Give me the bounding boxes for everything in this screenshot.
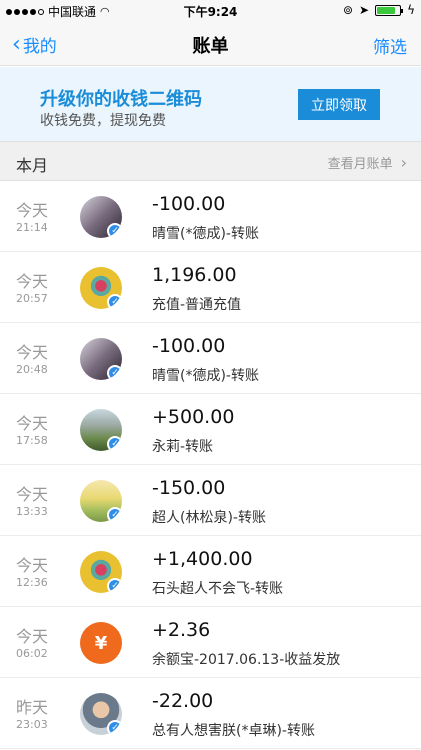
transaction-row[interactable]: 今天 21:14 ✓ -100.00 晴雪(*德成)-转账 [0,181,421,252]
transaction-time: 13:33 [16,505,48,518]
transaction-row[interactable]: 今天 20:57 ✓ 1,196.00 充值-普通充值 [0,252,421,323]
transaction-day: 今天 [16,627,49,646]
chevron-right-icon: › [400,153,407,172]
transaction-time: 06:02 [16,647,48,660]
transaction-day: 今天 [16,414,49,433]
transaction-amount: -22.00 [152,690,214,712]
transaction-description: 充值-普通充值 [152,297,242,313]
verified-badge-icon: ✓ [107,365,122,380]
avatar: ✓ [80,693,122,735]
transaction-row[interactable]: 今天 06:02 ¥ +2.36 余额宝-2017.06.13-收益发放 [0,607,421,678]
banner-title: 升级你的收钱二维码 [40,89,202,110]
transaction-row[interactable]: 今天 17:58 ✓ +500.00 永莉-转账 [0,394,421,465]
claim-now-button[interactable]: 立即领取 [298,89,380,120]
transaction-list: 今天 21:14 ✓ -100.00 晴雪(*德成)-转账 今天 20:57 ✓… [0,181,421,749]
avatar: ✓ [80,267,122,309]
transaction-row[interactable]: 昨天 23:03 ✓ -22.00 总有人想害朕(*卓琳)-转账 [0,678,421,749]
transaction-amount: +500.00 [152,406,235,428]
transaction-row[interactable]: 今天 12:36 ✓ +1,400.00 石头超人不会飞-转账 [0,536,421,607]
avatar: ✓ [80,409,122,451]
transaction-amount: -100.00 [152,193,226,215]
avatar: ✓ [80,196,122,238]
transaction-description: 晴雪(*德成)-转账 [152,226,259,242]
verified-badge-icon: ✓ [107,436,122,451]
transaction-day: 今天 [16,343,49,362]
battery-level [377,6,395,14]
transaction-amount: -100.00 [152,335,226,357]
transaction-time: 21:14 [16,221,48,234]
rotation-lock-icon: ⊚ [342,3,354,17]
avatar: ✓ [80,480,122,522]
transaction-amount: +1,400.00 [152,548,253,570]
battery-icon [375,4,404,16]
transaction-description: 晴雪(*德成)-转账 [152,368,259,384]
transaction-amount: +2.36 [152,619,211,641]
transaction-description: 永莉-转账 [152,439,214,455]
filter-button[interactable]: 筛选 [373,33,407,58]
status-right: ⊚ ➤ ϟ [343,3,415,17]
transaction-day: 今天 [16,272,49,291]
month-section-header: 本月 查看月账单 › [0,141,421,181]
transaction-description: 超人(林松泉)-转账 [152,510,266,526]
transaction-row[interactable]: 今天 13:33 ✓ -150.00 超人(林松泉)-转账 [0,465,421,536]
transaction-description: 总有人想害朕(*卓琳)-转账 [152,723,315,739]
banner-subtitle: 收钱免费，提现免费 [40,113,166,129]
transaction-day: 今天 [16,201,49,220]
transaction-time: 20:57 [16,292,48,305]
month-label: 本月 [16,156,49,175]
transaction-time: 20:48 [16,363,48,376]
location-icon: ➤ [359,3,370,17]
view-monthly-bill-link[interactable]: 查看月账单 › [328,153,407,172]
verified-badge-icon: ✓ [107,720,122,735]
transaction-time: 12:36 [16,576,48,589]
transaction-day: 今天 [16,485,49,504]
verified-badge-icon: ✓ [107,294,122,309]
transaction-description: 余额宝-2017.06.13-收益发放 [152,652,341,668]
verified-badge-icon: ✓ [107,223,122,238]
page-title: 账单 [192,36,229,57]
yuebao-icon: ¥ [80,622,122,664]
promo-banner[interactable]: 升级你的收钱二维码 收钱免费，提现免费 立即领取 [0,67,421,141]
avatar: ✓ [80,551,122,593]
transaction-amount: -150.00 [152,477,226,499]
navigation-bar: ‹ 我的 账单 筛选 [0,22,421,66]
transaction-day: 昨天 [16,698,49,717]
verified-badge-icon: ✓ [107,578,122,593]
charging-icon: ϟ [407,3,415,17]
transaction-time: 17:58 [16,434,48,447]
transaction-time: 23:03 [16,718,48,731]
transaction-day: 今天 [16,556,49,575]
verified-badge-icon: ✓ [107,507,122,522]
status-bar: 中国联通 ◠ 下午9:24 ⊚ ➤ ϟ [0,0,421,22]
view-monthly-bill-label: 查看月账单 [327,157,393,172]
avatar: ✓ [80,338,122,380]
transaction-row[interactable]: 今天 20:48 ✓ -100.00 晴雪(*德成)-转账 [0,323,421,394]
transaction-amount: 1,196.00 [152,264,237,286]
transaction-description: 石头超人不会飞-转账 [152,581,284,597]
